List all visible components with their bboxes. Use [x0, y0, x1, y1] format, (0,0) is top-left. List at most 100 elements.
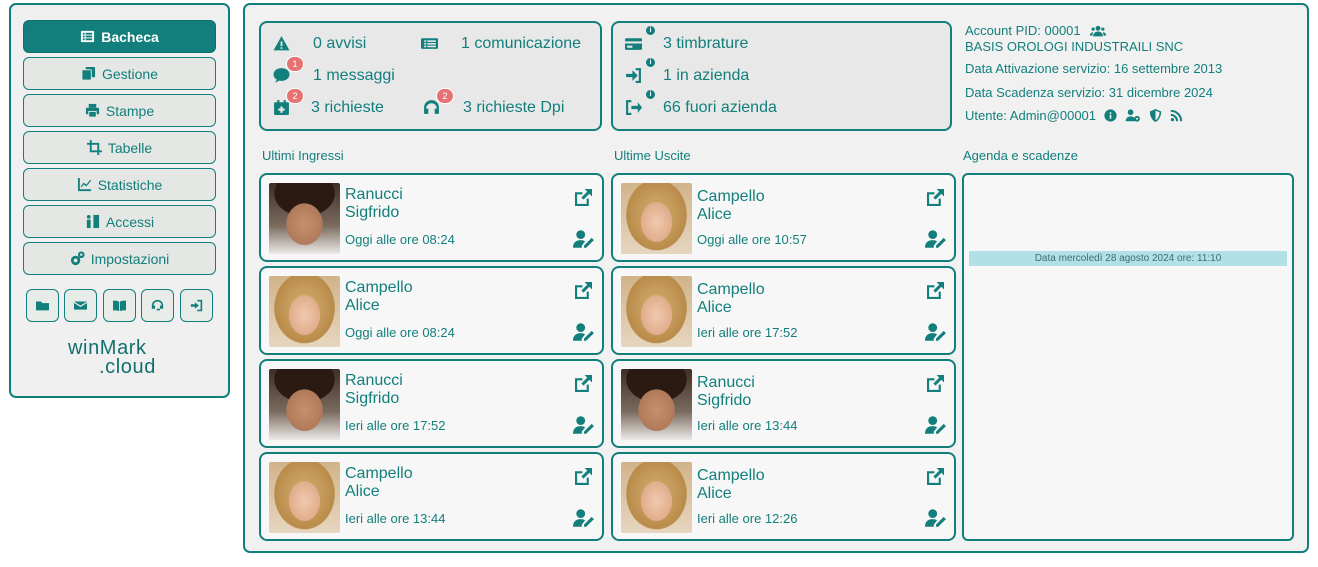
ingresso-card[interactable]: Campello Alice Ieri alle ore 13:44: [259, 452, 604, 541]
ingresso-card[interactable]: Ranucci Sigfrido Ieri alle ore 17:52: [259, 359, 604, 448]
richieste-badge: 2: [286, 88, 304, 104]
menu-label: Impostazioni: [90, 250, 170, 267]
employee-name: Campello Alice: [697, 281, 765, 316]
mail-button[interactable]: [64, 289, 97, 322]
folder-button[interactable]: [26, 289, 59, 322]
menu-bacheca-button[interactable]: Bacheca: [23, 20, 216, 53]
menu-label: Tabelle: [107, 139, 153, 156]
user-edit-icon[interactable]: [925, 509, 947, 527]
account-pid-row: Account PID: 00001: [965, 23, 1222, 39]
comunicazione-stat[interactable]: 1 comunicazione: [421, 35, 581, 53]
printer-icon: [85, 103, 99, 118]
employee-name: Campello Alice: [345, 465, 413, 500]
richieste-stat[interactable]: 2 3 richieste: [273, 88, 384, 117]
richieste-dpi-label: 3 richieste Dpi: [463, 99, 565, 116]
user-gear-icon[interactable]: [1125, 109, 1141, 122]
uscita-card[interactable]: Campello Alice Oggi alle ore 10:57: [611, 173, 956, 262]
account-utente-row: Utente: Admin@00001: [965, 104, 1222, 128]
external-link-icon[interactable]: [927, 375, 944, 392]
employee-name: Ranucci Sigfrido: [345, 372, 403, 407]
access-icon: [86, 214, 99, 229]
messaggi-badge: 1: [286, 56, 304, 72]
logout-button[interactable]: [180, 289, 213, 322]
envelope-icon: [74, 301, 87, 310]
book-icon: [113, 300, 126, 312]
messaggi-stat[interactable]: 1 1 messaggi: [273, 56, 395, 85]
external-link-icon[interactable]: [927, 468, 944, 485]
agenda-panel[interactable]: Data mercoledì 28 agosto 2024 ore: 11:10: [962, 173, 1294, 541]
user-edit-icon[interactable]: [925, 230, 947, 248]
richieste-label: 3 richieste: [311, 99, 384, 116]
info-circle-icon[interactable]: [1104, 109, 1117, 122]
user-edit-icon[interactable]: [573, 509, 595, 527]
rss-icon[interactable]: [1170, 109, 1183, 122]
employee-photo: [621, 276, 692, 347]
exit-time: Ieri alle ore 17:52: [697, 325, 798, 340]
entry-time: Ieri alle ore 13:44: [345, 511, 446, 526]
exit-time: Ieri alle ore 12:26: [697, 511, 798, 526]
timbrature-stat[interactable]: i 3 timbrature: [625, 26, 749, 53]
user-edit-icon[interactable]: [573, 416, 595, 434]
uscita-card[interactable]: Campello Alice Ieri alle ore 17:52: [611, 266, 956, 355]
entry-time: Oggi alle ore 08:24: [345, 325, 455, 340]
external-link-icon[interactable]: [927, 282, 944, 299]
user-edit-icon[interactable]: [573, 323, 595, 341]
menu-tabelle-button[interactable]: Tabelle: [23, 131, 216, 164]
menu-impostazioni-button[interactable]: Impostazioni: [23, 242, 216, 275]
fuori-azienda-stat[interactable]: i 66 fuori azienda: [625, 90, 777, 117]
warning-icon: [273, 36, 290, 51]
user-edit-icon[interactable]: [925, 416, 947, 434]
info-icon: i: [646, 90, 655, 99]
user-edit-icon[interactable]: [925, 323, 947, 341]
employee-photo: [621, 462, 692, 533]
uscita-card[interactable]: Ranucci Sigfrido Ieri alle ore 13:44: [611, 359, 956, 448]
employee-name: Campello Alice: [697, 467, 765, 502]
ingresso-card[interactable]: Ranucci Sigfrido Oggi alle ore 08:24: [259, 173, 604, 262]
external-link-icon[interactable]: [575, 468, 592, 485]
in-azienda-label: 1 in azienda: [663, 67, 750, 84]
employee-photo: [269, 183, 340, 254]
employee-name: Ranucci Sigfrido: [697, 374, 755, 409]
list-icon: [81, 30, 95, 43]
external-link-icon[interactable]: [927, 189, 944, 206]
support-button[interactable]: [141, 289, 174, 322]
avvisi-label: 0 avvisi: [313, 35, 367, 52]
crop-table-icon: [86, 140, 102, 155]
logout-icon: [190, 299, 203, 312]
menu-label: Gestione: [101, 65, 159, 82]
entry-time: Ieri alle ore 17:52: [345, 418, 446, 433]
presence-box: i 3 timbrature i 1 in azienda i 66 fuori…: [611, 21, 952, 131]
employee-photo: [621, 183, 692, 254]
chart-icon: [77, 177, 91, 192]
gears-icon: [70, 251, 85, 266]
comunicazione-label: 1 comunicazione: [461, 35, 582, 52]
richieste-dpi-stat[interactable]: 2 3 richieste Dpi: [423, 88, 565, 117]
manual-button[interactable]: [103, 289, 136, 322]
account-info: Account PID: 00001 BASIS OROLOGI INDUSTR…: [965, 23, 1222, 128]
external-link-icon[interactable]: [575, 189, 592, 206]
account-utente: Utente: Admin@00001: [965, 108, 1097, 123]
shield-icon[interactable]: [1149, 109, 1162, 123]
dashboard-panel: 0 avvisi 1 comunicazione 1 1 messaggi 2 …: [243, 3, 1309, 553]
exit-time: Ieri alle ore 13:44: [697, 418, 798, 433]
timbrature-label: 3 timbrature: [663, 35, 749, 52]
logo-line2: .cloud: [99, 356, 156, 378]
menu-statistiche-button[interactable]: Statistiche: [23, 168, 216, 201]
account-company: BASIS OROLOGI INDUSTRAILI SNC: [965, 39, 1184, 54]
employee-name: Ranucci Sigfrido: [345, 186, 403, 221]
user-edit-icon[interactable]: [573, 230, 595, 248]
avvisi-stat[interactable]: 0 avvisi: [273, 35, 366, 53]
in-azienda-stat[interactable]: i 1 in azienda: [625, 58, 750, 85]
notifications-box: 0 avvisi 1 comunicazione 1 1 messaggi 2 …: [259, 21, 602, 131]
external-link-icon[interactable]: [575, 375, 592, 392]
users-icon[interactable]: [1089, 25, 1107, 38]
menu-accessi-button[interactable]: Accessi: [23, 205, 216, 238]
external-link-icon[interactable]: [575, 282, 592, 299]
uscita-card[interactable]: Campello Alice Ieri alle ore 12:26: [611, 452, 956, 541]
entry-time: Oggi alle ore 08:24: [345, 232, 455, 247]
menu-stampe-button[interactable]: Stampe: [23, 94, 216, 127]
ingresso-card[interactable]: Campello Alice Oggi alle ore 08:24: [259, 266, 604, 355]
menu-gestione-button[interactable]: Gestione: [23, 57, 216, 90]
employee-name: Campello Alice: [697, 188, 765, 223]
card-icon: [625, 38, 642, 50]
